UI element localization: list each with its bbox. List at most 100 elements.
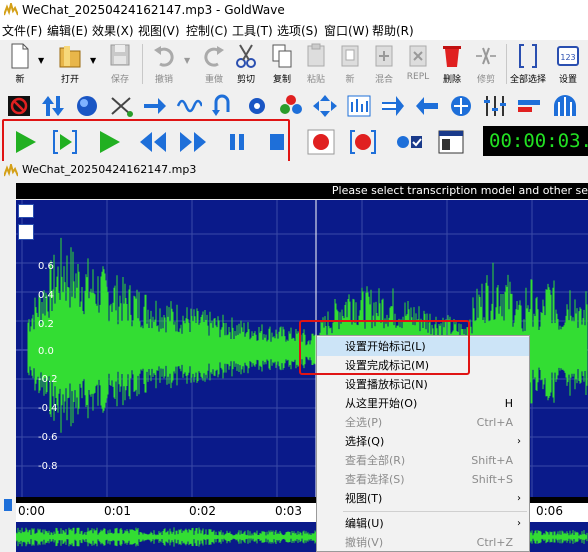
title-bar: WeChat_20250424162147.mp3 - GoldWave bbox=[0, 0, 588, 20]
sphere-icon[interactable] bbox=[74, 94, 100, 118]
y-tick-label: -0.4 bbox=[38, 403, 58, 414]
menu-item-shortcut: Ctrl+A bbox=[476, 416, 513, 429]
spectrum-flower-icon[interactable] bbox=[278, 94, 304, 118]
menu-undo[interactable]: 撤销(V) Ctrl+Z bbox=[317, 533, 529, 552]
record-selection-icon[interactable] bbox=[348, 128, 378, 156]
goldwave-app-icon bbox=[4, 3, 18, 16]
mixer-sliders-icon[interactable] bbox=[482, 94, 508, 118]
open-label: 打开 bbox=[60, 75, 79, 85]
cut-button[interactable]: 剪切 bbox=[226, 40, 266, 88]
menu-select[interactable]: 选择(Q) › bbox=[317, 432, 529, 451]
submenu-arrow-icon: › bbox=[517, 518, 521, 529]
set-label: 设置 bbox=[558, 75, 577, 85]
submenu-arrow-icon: › bbox=[517, 493, 521, 504]
stripes-dome-icon[interactable] bbox=[552, 94, 578, 118]
save-disk-icon bbox=[110, 44, 130, 66]
zoom-vertical-icon[interactable] bbox=[18, 224, 34, 240]
select-all-brackets-icon bbox=[519, 44, 537, 68]
set-123-icon: 123 bbox=[557, 46, 579, 66]
cursor-marker bbox=[4, 499, 12, 511]
transcription-notice: Please select transcription model and ot… bbox=[16, 183, 588, 199]
save-button[interactable]: 保存 bbox=[100, 40, 140, 88]
menu-control[interactable]: 控制(C) bbox=[186, 22, 228, 39]
menu-item-label: 编辑(U) bbox=[345, 517, 384, 530]
copy-icon bbox=[272, 44, 292, 68]
stop-sign-icon[interactable] bbox=[6, 94, 32, 118]
mix-plus-icon bbox=[375, 45, 393, 67]
control-window-icon[interactable] bbox=[436, 128, 466, 156]
expand-arrows-icon[interactable] bbox=[312, 94, 338, 118]
monitor-input-icon[interactable] bbox=[394, 128, 424, 156]
menu-edit[interactable]: 编辑(E) bbox=[47, 22, 88, 39]
menu-view[interactable]: 视图(V) bbox=[138, 22, 180, 39]
y-tick-label: -0.8 bbox=[38, 461, 58, 472]
menu-effects[interactable]: 效果(X) bbox=[92, 22, 134, 39]
loop-back-icon[interactable] bbox=[210, 94, 236, 118]
toolbar-separator bbox=[506, 44, 507, 84]
new-file-icon bbox=[11, 43, 29, 69]
menu-item-shortcut: Ctrl+Z bbox=[476, 536, 513, 549]
redo-icon bbox=[204, 46, 224, 67]
shift-right-icon[interactable] bbox=[380, 94, 406, 118]
menu-options[interactable]: 选项(S) bbox=[277, 22, 318, 39]
menu-edit-sub[interactable]: 编辑(U) › bbox=[317, 514, 529, 533]
y-tick-label: 0.6 bbox=[38, 261, 54, 272]
menu-item-label: 查看选择(S) bbox=[345, 473, 405, 486]
open-folder-icon bbox=[59, 46, 81, 68]
sound-file-icon bbox=[4, 164, 18, 177]
zoom-fit-icon[interactable] bbox=[18, 204, 34, 218]
menu-help[interactable]: 帮助(R) bbox=[372, 22, 414, 39]
time-display: 00:00:03.5 bbox=[483, 126, 588, 156]
time-tick-label: 0:02 bbox=[189, 504, 216, 518]
menu-window[interactable]: 窗口(W) bbox=[324, 22, 369, 39]
effects-toolbar bbox=[0, 90, 588, 122]
equalizer-lines-icon[interactable] bbox=[346, 94, 372, 118]
time-tick-label: 0:00 bbox=[18, 504, 45, 518]
gear-effect-icon[interactable] bbox=[244, 94, 270, 118]
undo-button[interactable]: 撤销 bbox=[144, 40, 184, 88]
time-tick-label: 0:03 bbox=[275, 504, 302, 518]
select-all-button[interactable]: 全部选择 bbox=[508, 40, 548, 88]
menu-view-selection[interactable]: 查看选择(S) Shift+S bbox=[317, 470, 529, 489]
record-icon[interactable] bbox=[306, 128, 336, 156]
menu-item-label: 全选(P) bbox=[345, 416, 383, 429]
new-dropdown-icon[interactable]: ▼ bbox=[38, 56, 44, 65]
menu-file[interactable]: 文件(F) bbox=[2, 22, 42, 39]
document-title: WeChat_20250424162147.mp3 bbox=[22, 163, 197, 176]
menu-bar: 文件(F) 编辑(E) 效果(X) 视图(V) 控制(C) 工具(T) 选项(S… bbox=[0, 20, 588, 40]
pitch-circle-icon[interactable] bbox=[448, 94, 474, 118]
menu-select-all[interactable]: 全选(P) Ctrl+A bbox=[317, 413, 529, 432]
clipboard-new-icon bbox=[341, 45, 359, 67]
trash-can-icon bbox=[443, 46, 461, 67]
menu-item-shortcut: Shift+A bbox=[471, 454, 513, 467]
wave-cycle-icon[interactable] bbox=[176, 94, 202, 118]
open-button[interactable]: 打开 bbox=[50, 40, 90, 88]
trim-button[interactable]: 修剪 bbox=[466, 40, 506, 88]
volume-updown-icon[interactable] bbox=[40, 94, 66, 118]
set-button[interactable]: 123 设置 bbox=[548, 40, 588, 88]
replace-icon bbox=[409, 45, 427, 67]
document-title-bar: WeChat_20250424162147.mp3 bbox=[0, 161, 588, 179]
time-tick-label: 0:01 bbox=[104, 504, 131, 518]
menu-tools[interactable]: 工具(T) bbox=[232, 22, 273, 39]
menu-start-here[interactable]: 从这里开始(O) H bbox=[317, 394, 529, 413]
open-dropdown-icon[interactable]: ▼ bbox=[90, 56, 96, 65]
menu-highlight-box bbox=[299, 320, 470, 375]
channel-cross-icon[interactable] bbox=[108, 94, 134, 118]
undo-dropdown-icon[interactable]: ▼ bbox=[184, 56, 190, 65]
select-all-label: 全部选择 bbox=[509, 75, 546, 85]
menu-set-play-marker[interactable]: 设置播放标记(N) bbox=[317, 375, 529, 394]
arrow-right-wave-icon[interactable] bbox=[142, 94, 168, 118]
menu-view-all[interactable]: 查看全部(R) Shift+A bbox=[317, 451, 529, 470]
y-tick-label: 0.2 bbox=[38, 319, 54, 330]
y-tick-label: -0.6 bbox=[38, 432, 58, 443]
level-bars-icon[interactable] bbox=[516, 94, 542, 118]
new-button[interactable]: 新 bbox=[0, 40, 40, 88]
window-title: WeChat_20250424162147.mp3 - GoldWave bbox=[22, 3, 285, 17]
menu-view[interactable]: 视图(T) › bbox=[317, 489, 529, 508]
menu-item-label: 视图(T) bbox=[345, 492, 383, 505]
menu-item-label: 撤销(V) bbox=[345, 536, 384, 549]
trim-label: 修剪 bbox=[476, 75, 495, 85]
undo-icon bbox=[154, 46, 174, 67]
arrow-left-icon[interactable] bbox=[414, 94, 440, 118]
